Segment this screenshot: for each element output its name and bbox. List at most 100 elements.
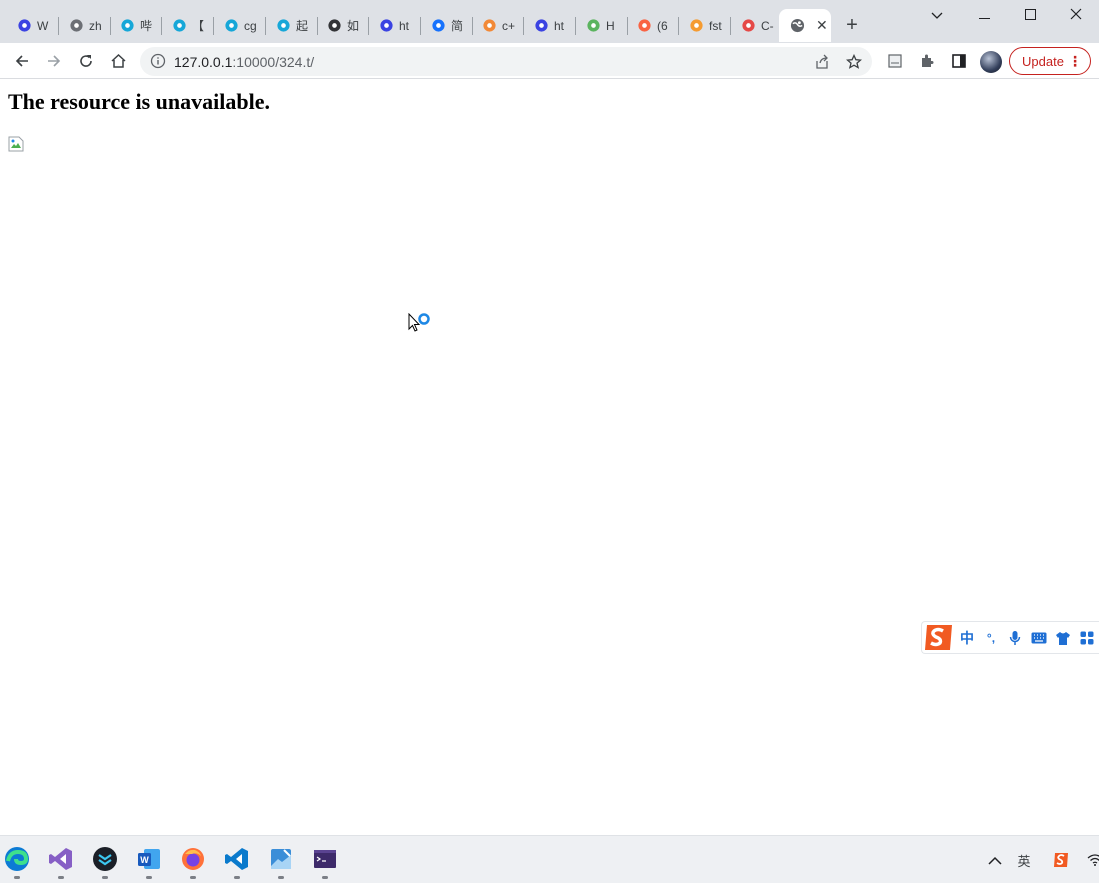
keyboard-icon[interactable] — [1029, 628, 1049, 648]
url-host: 127.0.0.1 — [174, 54, 233, 70]
microphone-icon[interactable] — [1005, 628, 1025, 648]
tab-11[interactable]: H — [575, 9, 625, 42]
site-info-icon[interactable] — [150, 53, 166, 69]
tab-title: cg — [244, 18, 257, 33]
taskbar-running-indicator — [14, 876, 20, 879]
update-button[interactable]: Update ⋮ — [1009, 47, 1091, 75]
tab-title: fst — [709, 18, 722, 33]
globe-icon — [68, 18, 84, 34]
tab-active[interactable]: ✕ — [779, 9, 831, 42]
busy-cursor-icon — [408, 312, 434, 335]
baidu-paw-icon — [16, 18, 32, 34]
tab-title: ht — [399, 18, 410, 33]
edge-icon[interactable] — [4, 846, 30, 872]
tab-title: c+ — [502, 18, 516, 33]
tab-title: W — [37, 18, 49, 33]
word-icon[interactable]: W — [136, 846, 162, 872]
visual-studio-icon[interactable] — [48, 846, 74, 872]
ime-punctuation[interactable]: °, — [981, 628, 1001, 648]
globe-icon — [789, 18, 805, 34]
tab-7[interactable]: ht — [368, 9, 418, 42]
bilibili-icon — [223, 18, 239, 34]
tab-13[interactable]: fst — [678, 9, 728, 42]
terminal-icon[interactable] — [312, 846, 338, 872]
tab-12[interactable]: (6 — [626, 9, 676, 42]
firefox-icon[interactable] — [180, 846, 206, 872]
minimize-icon[interactable] — [964, 4, 1004, 26]
tab-9[interactable]: c+ — [471, 9, 521, 42]
zhihu-icon — [430, 18, 446, 34]
sogou-tray-icon[interactable] — [1051, 850, 1071, 870]
ime-chinese-mode[interactable]: 中 — [957, 628, 977, 648]
more-menu-icon[interactable]: ⋮ — [1068, 52, 1082, 70]
taskbar-running-indicator — [58, 876, 64, 879]
forward-icon[interactable] — [42, 49, 66, 73]
tab-title: ht — [554, 18, 565, 33]
baidu-paw-icon — [378, 18, 394, 34]
tab-8[interactable]: 简 — [420, 9, 470, 42]
tab-1[interactable]: zh — [58, 9, 108, 42]
taskbar-running-indicator — [102, 876, 108, 879]
ime-language-indicator[interactable]: 英 — [1014, 850, 1034, 870]
bilibili-icon — [119, 18, 135, 34]
tab-title: 起 — [296, 19, 309, 33]
taskbar-running-indicator — [278, 876, 284, 879]
tab-title: H — [606, 18, 615, 33]
ime-toolbar[interactable]: 中 °, — [921, 621, 1099, 654]
profile-avatar[interactable] — [980, 51, 1002, 73]
tab-0[interactable]: W — [6, 9, 56, 42]
side-panel-icon[interactable] — [947, 49, 971, 73]
share-icon[interactable] — [810, 50, 834, 74]
back-icon[interactable] — [10, 49, 34, 73]
paint-icon[interactable] — [268, 846, 294, 872]
tab-14[interactable]: C- — [730, 9, 780, 42]
tab-10[interactable]: ht — [523, 9, 573, 42]
extensions-icon[interactable] — [915, 49, 939, 73]
home-icon[interactable] — [106, 49, 130, 73]
tab-title: 如 — [347, 19, 360, 33]
tab-search-dropdown-icon[interactable] — [917, 4, 957, 26]
bilibili-icon — [275, 18, 291, 34]
html-icon — [585, 18, 601, 34]
tab-title: C- — [761, 18, 774, 33]
swirl-icon — [740, 18, 756, 34]
broken-image-icon — [8, 136, 24, 152]
new-tab-button[interactable]: + — [840, 14, 864, 38]
skin-shirt-icon[interactable] — [1053, 628, 1073, 648]
browser-window: Wzh 哔 【 cg 起 如 ht 简 c+ ht H (6 fst C- ✕ + 1… — [0, 0, 1099, 883]
tab-4[interactable]: cg — [213, 9, 263, 42]
update-label: Update — [1022, 53, 1064, 69]
page-heading: The resource is unavailable. — [8, 89, 270, 114]
taskbar-running-indicator — [146, 876, 152, 879]
tab-2[interactable]: 哔 — [109, 9, 159, 42]
address-bar[interactable]: 127.0.0.1:10000/324.t/ — [140, 47, 872, 76]
typora-icon[interactable] — [92, 846, 118, 872]
tab-5[interactable]: 起 — [265, 9, 315, 42]
csdn-icon — [636, 18, 652, 34]
sogou-logo-icon[interactable] — [923, 623, 954, 652]
tab-6[interactable]: 如 — [316, 9, 366, 42]
tab-strip: Wzh 哔 【 cg 起 如 ht 简 c+ ht H (6 fst C- ✕ + — [0, 0, 1099, 43]
tab-close-icon[interactable]: ✕ — [816, 17, 828, 34]
close-window-icon[interactable] — [1056, 4, 1096, 26]
wifi-icon[interactable] — [1085, 850, 1099, 870]
maximize-icon[interactable] — [1010, 4, 1050, 26]
url-text[interactable]: 127.0.0.1:10000/324.t/ — [174, 54, 314, 70]
toolbox-grid-icon[interactable] — [1077, 628, 1097, 648]
page-content: The resource is unavailable. — [0, 80, 1099, 835]
reload-icon[interactable] — [74, 49, 98, 73]
reading-mode-icon[interactable] — [883, 49, 907, 73]
bilibili-icon — [171, 18, 187, 34]
svg-text:W: W — [140, 855, 149, 865]
bookmark-star-icon[interactable] — [842, 50, 866, 74]
taskbar: W 英 — [0, 835, 1099, 883]
stackoverflow-icon — [481, 18, 497, 34]
tab-3[interactable]: 【 — [161, 9, 211, 42]
show-hidden-icons-button[interactable] — [985, 850, 1005, 870]
taskbar-running-indicator — [190, 876, 196, 879]
vscode-icon[interactable] — [224, 846, 250, 872]
browser-toolbar: 127.0.0.1:10000/324.t/ Update ⋮ — [0, 43, 1099, 79]
tab-title: 【 — [192, 19, 205, 33]
taskbar-running-indicator — [234, 876, 240, 879]
taskbar-running-indicator — [322, 876, 328, 879]
